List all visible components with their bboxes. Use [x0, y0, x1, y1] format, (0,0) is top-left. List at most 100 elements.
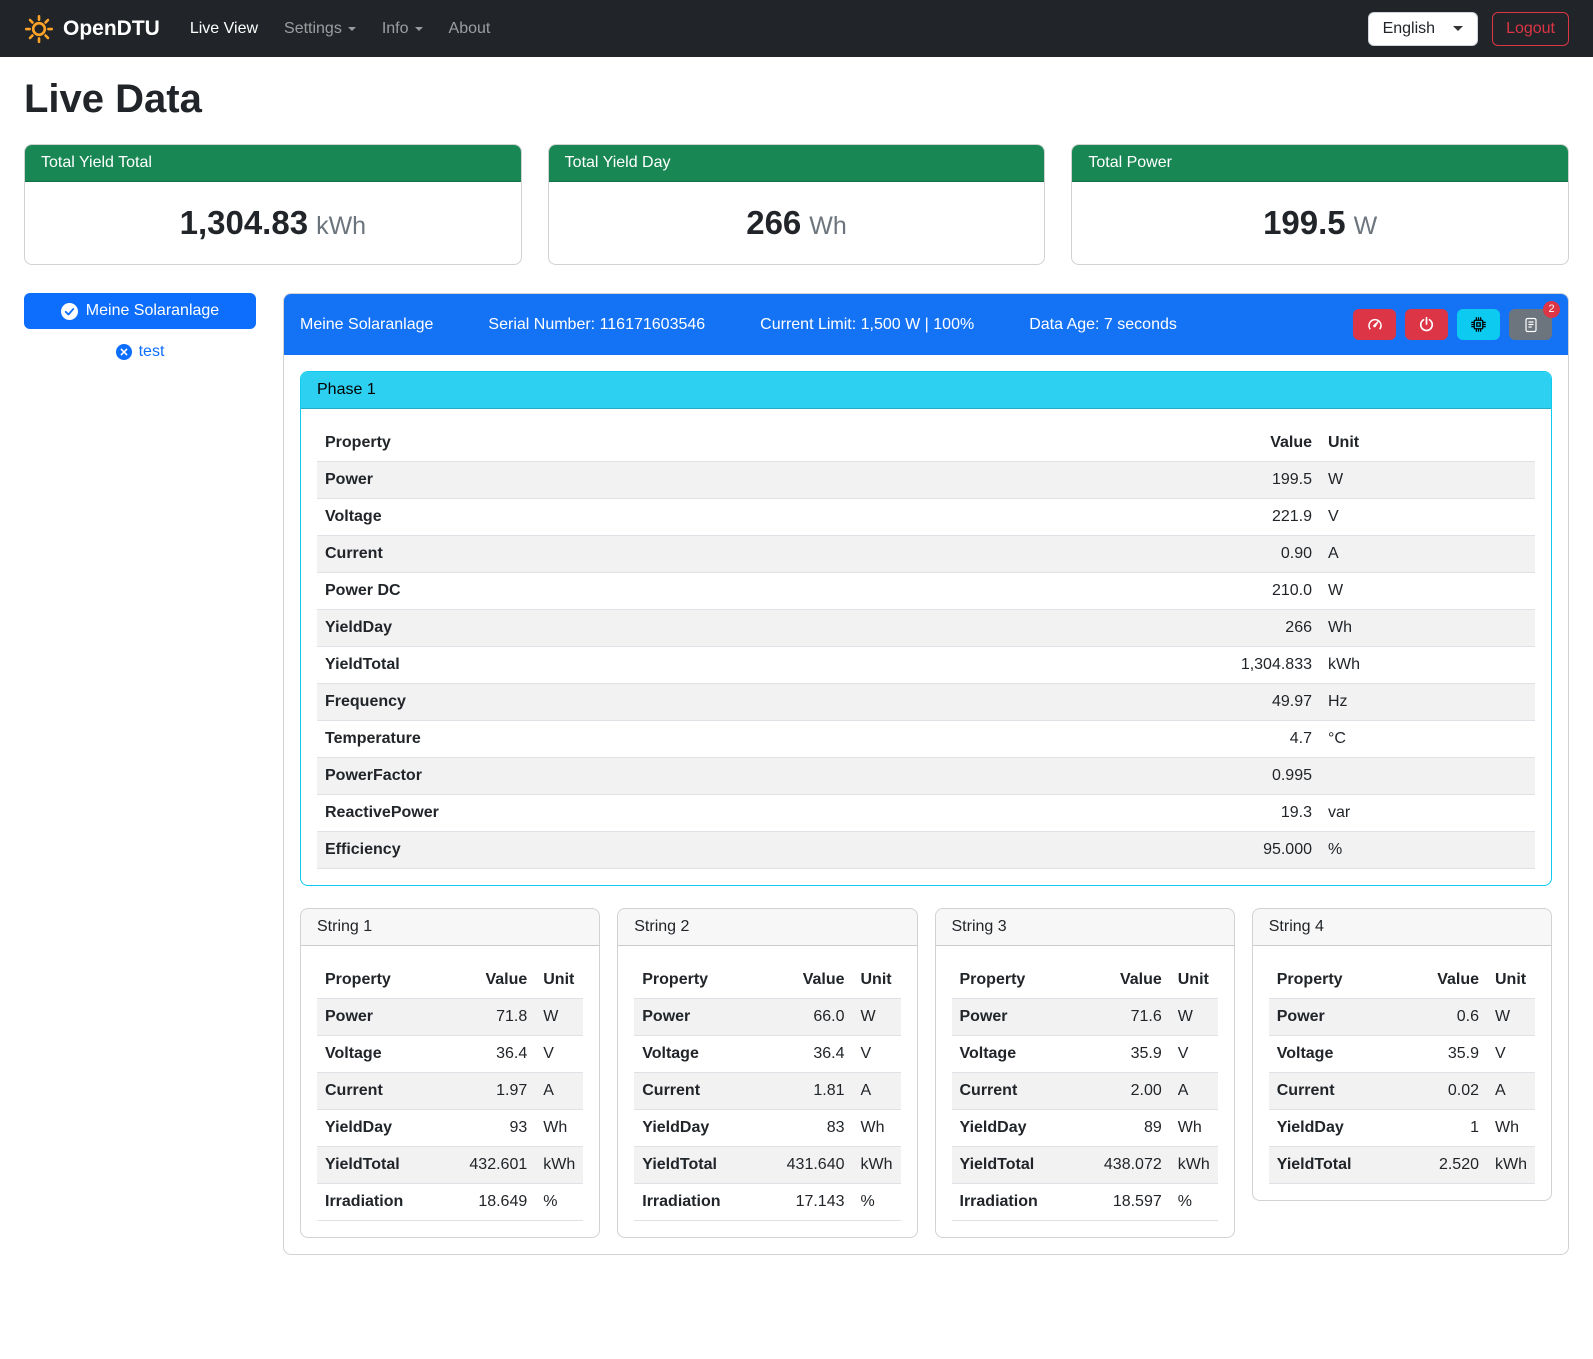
panel-actions: 2 — [1353, 309, 1552, 340]
language-select[interactable]: English — [1368, 12, 1478, 46]
unit-cell: V — [1170, 1036, 1218, 1073]
table-row: YieldDay83Wh — [634, 1110, 900, 1147]
card-header: Total Yield Total — [25, 145, 521, 182]
phase-card-title: Phase 1 — [301, 372, 1551, 409]
value-cell: 1,304.833 — [917, 647, 1320, 684]
table-row: Current1.97A — [317, 1073, 583, 1110]
device-info-button[interactable] — [1457, 309, 1500, 340]
property-cell: Power — [952, 999, 1080, 1036]
value-cell: 35.9 — [1080, 1036, 1170, 1073]
card-header: Total Yield Day — [549, 145, 1045, 182]
property-cell: PowerFactor — [317, 758, 917, 795]
col-unit: Unit — [535, 962, 583, 999]
card-value: 1,304.83 — [180, 204, 308, 241]
unit-cell: kWh — [1170, 1147, 1218, 1184]
brand[interactable]: OpenDTU — [24, 14, 160, 44]
limit-settings-button[interactable] — [1353, 309, 1396, 340]
unit-cell: A — [1170, 1073, 1218, 1110]
unit-cell: W — [853, 999, 901, 1036]
value-cell: 2.520 — [1397, 1147, 1487, 1184]
property-cell: Current — [317, 536, 917, 573]
nav-item-info[interactable]: Info — [372, 12, 433, 46]
unit-cell: % — [1170, 1184, 1218, 1221]
table-row: YieldDay266Wh — [317, 610, 1535, 647]
table-row: Current0.02A — [1269, 1073, 1535, 1110]
table-row: YieldDay1Wh — [1269, 1110, 1535, 1147]
value-cell: 71.8 — [445, 999, 535, 1036]
table-row: Current1.81A — [634, 1073, 900, 1110]
card-unit: kWh — [316, 212, 366, 240]
property-cell: Irradiation — [317, 1184, 445, 1221]
unit-cell: Wh — [853, 1110, 901, 1147]
table-row: YieldDay93Wh — [317, 1110, 583, 1147]
property-cell: Power — [317, 999, 445, 1036]
value-cell: 35.9 — [1397, 1036, 1487, 1073]
property-cell: YieldTotal — [317, 1147, 445, 1184]
value-cell: 1.81 — [763, 1073, 853, 1110]
total-yield-total-card: Total Yield Total 1,304.83 kWh — [24, 144, 522, 265]
value-cell: 66.0 — [763, 999, 853, 1036]
value-cell: 431.640 — [763, 1147, 853, 1184]
value-cell: 4.7 — [917, 721, 1320, 758]
col-value: Value — [1080, 962, 1170, 999]
chevron-down-icon — [1453, 26, 1463, 31]
inverter-panel-header: Meine Solaranlage Serial Number: 1161716… — [284, 294, 1568, 355]
table-row: Temperature4.7°C — [317, 721, 1535, 758]
table-row: Power71.6W — [952, 999, 1218, 1036]
logout-button[interactable]: Logout — [1492, 12, 1569, 46]
unit-cell — [1320, 758, 1535, 795]
inverter-select-button[interactable]: Meine Solaranlage — [24, 293, 256, 329]
power-button[interactable] — [1405, 309, 1448, 340]
unit-cell: °C — [1320, 721, 1535, 758]
value-cell: 71.6 — [1080, 999, 1170, 1036]
table-row: Frequency49.97Hz — [317, 684, 1535, 721]
event-log-button[interactable]: 2 — [1509, 309, 1552, 340]
col-property: Property — [317, 962, 445, 999]
table-header-row: Property Value Unit — [634, 962, 900, 999]
string-card: String 1 Property Value Unit Power71.8WV… — [300, 908, 600, 1238]
col-value: Value — [445, 962, 535, 999]
property-cell: Voltage — [317, 499, 917, 536]
card-body: 266Wh — [549, 182, 1045, 264]
property-cell: Irradiation — [634, 1184, 762, 1221]
nav-item-about[interactable]: About — [439, 12, 501, 46]
string-table: Property Value Unit Power71.6WVoltage35.… — [952, 962, 1218, 1221]
test-label: test — [139, 343, 165, 361]
value-cell: 93 — [445, 1110, 535, 1147]
string-card-title: String 3 — [936, 909, 1234, 946]
table-row: YieldTotal1,304.833kWh — [317, 647, 1535, 684]
total-power-card: Total Power 199.5W — [1071, 144, 1569, 265]
unit-cell: A — [853, 1073, 901, 1110]
property-cell: YieldTotal — [634, 1147, 762, 1184]
language-value: English — [1383, 20, 1435, 38]
card-header: Total Power — [1072, 145, 1568, 182]
table-row: Power DC210.0W — [317, 573, 1535, 610]
unit-cell: % — [1320, 832, 1535, 869]
col-property: Property — [317, 425, 917, 462]
speedometer-icon — [1366, 316, 1384, 334]
nav-item-settings[interactable]: Settings — [274, 12, 366, 46]
table-header-row: Property Value Unit — [952, 962, 1218, 999]
unit-cell: Wh — [1320, 610, 1535, 647]
col-unit: Unit — [1487, 962, 1535, 999]
table-row: Voltage221.9V — [317, 499, 1535, 536]
unit-cell: Hz — [1320, 684, 1535, 721]
table-row: YieldDay89Wh — [952, 1110, 1218, 1147]
phase-card-body: Property Value Unit Power199.5WVoltage22… — [301, 409, 1551, 869]
string-table-body: Power71.6WVoltage35.9VCurrent2.00AYieldD… — [952, 999, 1218, 1221]
property-cell: YieldDay — [317, 610, 917, 647]
property-cell: Current — [1269, 1073, 1397, 1110]
table-row: YieldTotal2.520kWh — [1269, 1147, 1535, 1184]
unit-cell: V — [853, 1036, 901, 1073]
navbar-right: English Logout — [1368, 12, 1569, 46]
table-row: Voltage36.4V — [634, 1036, 900, 1073]
unit-cell: W — [1320, 573, 1535, 610]
property-cell: YieldDay — [952, 1110, 1080, 1147]
value-cell: 83 — [763, 1110, 853, 1147]
nav-item-live-view[interactable]: Live View — [180, 12, 268, 46]
unit-cell: W — [1487, 999, 1535, 1036]
serial-number: Serial Number: 116171603546 — [488, 316, 705, 334]
unit-cell: A — [535, 1073, 583, 1110]
sidebar-item-test[interactable]: test — [24, 343, 256, 361]
table-row: YieldTotal438.072kWh — [952, 1147, 1218, 1184]
